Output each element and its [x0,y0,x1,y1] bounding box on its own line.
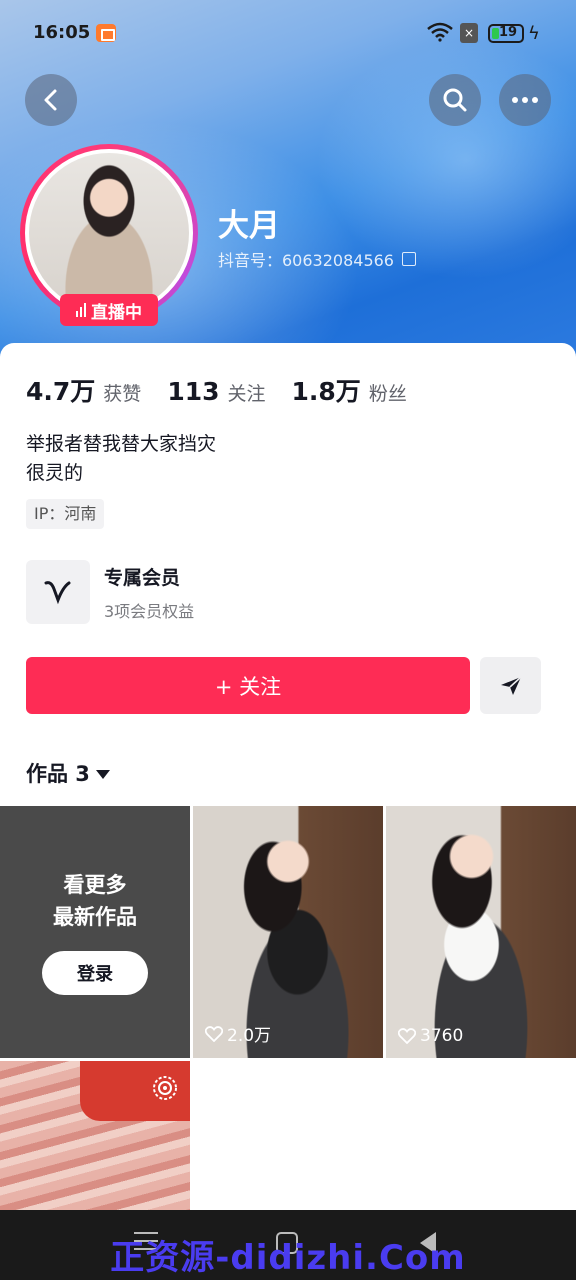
back-button[interactable] [25,74,77,126]
stat-following[interactable]: 113 关注 [167,377,265,406]
wifi-icon [427,22,453,42]
more-button[interactable] [499,74,551,126]
stat-label: 关注 [227,383,266,405]
bio-line: 很灵的 [26,462,84,484]
notification-book-icon [96,24,116,42]
works-tab-label: 作品 3 [26,762,90,786]
heart-icon [205,1025,223,1042]
watermark: 正资源-didizhi.Com [110,1238,466,1278]
stat-value: 113 [167,377,220,406]
login-prompt-line: 最新作品 [53,905,137,929]
more-dots-icon [512,97,538,103]
membership-subtitle: 3项会员权益 [104,601,195,621]
status-time: 16:05 [33,22,91,43]
stat-value: 4.7万 [26,377,96,406]
likes-count: 2.0万 [205,1021,271,1046]
profile-bio: 举报者替我替大家挡灾 很灵的 [26,430,216,488]
paper-plane-icon [500,675,522,695]
likes-value: 2.0万 [227,1026,272,1046]
no-sim-icon: × [460,23,478,43]
login-button[interactable]: 登录 [42,951,148,995]
douyin-id[interactable]: 抖音号：60632084566 [218,247,416,271]
bio-line: 举报者替我替大家挡灾 [26,433,217,455]
follow-button[interactable]: + 关注 [26,657,470,714]
live-badge[interactable]: 直播中 [60,294,158,326]
search-icon [443,88,467,112]
douyin-id-text: 抖音号：60632084566 [218,251,394,270]
heart-icon [398,1028,416,1044]
profile-stats: 4.7万 获赞 113 关注 1.8万 粉丝 [26,372,433,408]
caret-down-icon [95,769,110,779]
likes-count: 3760 [398,1026,463,1046]
charging-icon: ϟ [528,23,540,44]
copy-icon[interactable] [401,252,416,266]
stat-value: 1.8万 [291,377,361,406]
stat-likes[interactable]: 4.7万 获赞 [26,372,141,408]
ip-location-tag: IP：河南 [26,499,105,529]
stat-label: 获赞 [103,383,142,405]
video-thumbnail[interactable]: 3760 [386,806,576,1058]
live-signal-icon [76,303,86,317]
chevron-left-icon [44,89,57,111]
membership-entry[interactable]: 专属会员 3项会员权益 [26,560,194,624]
live-ring-icon [153,1076,177,1100]
login-prompt-tile: 看更多 最新作品 登录 [0,806,190,1058]
live-badge-label: 直播中 [91,302,142,323]
membership-v-icon [26,560,90,624]
video-thumbnail[interactable]: 2.0万 [193,806,383,1058]
status-bar: 16:05 × 19 ϟ [0,0,576,66]
profile-name: 大月 [218,208,280,244]
membership-title: 专属会员 [104,566,181,589]
login-prompt-line: 看更多 [63,873,127,897]
battery-level: 19 [499,25,518,40]
stat-label: 粉丝 [368,383,407,405]
likes-value: 3760 [420,1026,464,1046]
stat-followers[interactable]: 1.8万 粉丝 [292,372,407,408]
avatar-image [29,153,189,313]
video-thumbnail[interactable] [0,1061,190,1211]
tab-works[interactable]: 作品 3 [26,758,110,788]
search-button[interactable] [429,74,481,126]
send-message-button[interactable] [480,657,541,714]
battery-icon: 19 [488,24,524,43]
